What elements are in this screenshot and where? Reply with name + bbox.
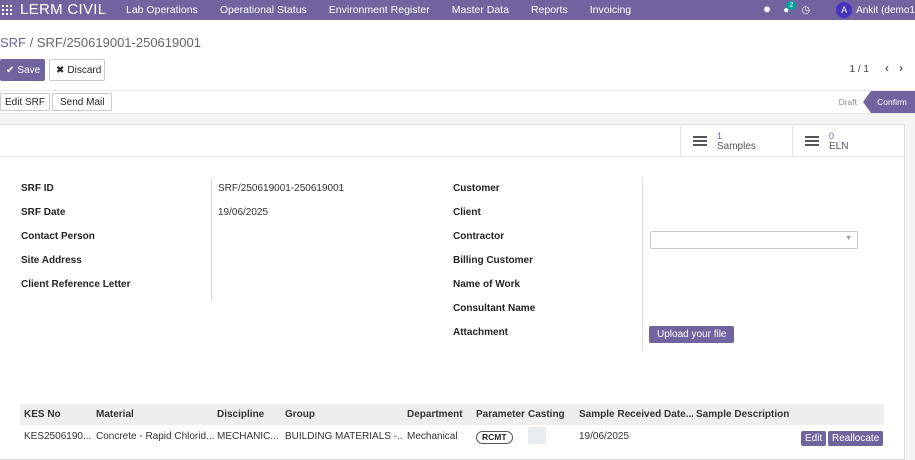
clock-icon[interactable]: ◷ — [801, 5, 810, 16]
menu-invoicing[interactable]: Invoicing — [590, 4, 631, 16]
close-icon: ✖ — [56, 64, 65, 76]
table-header: KES No Material Discipline Group Departm… — [20, 404, 884, 425]
column-header-parameter[interactable]: Parameter — [476, 404, 526, 425]
client-label: Client — [453, 207, 481, 218]
cell-received-date[interactable]: 19/06/2025 — [579, 427, 693, 447]
casting-field[interactable] — [528, 427, 546, 444]
srf-date-value: 19/06/2025 — [218, 207, 269, 218]
check-icon: ✔ — [6, 64, 15, 76]
send-mail-button[interactable]: Send Mail — [52, 93, 113, 111]
cell-material[interactable]: Concrete - Rapid Chlorid... — [96, 427, 214, 447]
site-address-label: Site Address — [21, 255, 82, 266]
name-of-work-label: Name of Work — [453, 279, 521, 290]
smart-button-box: 1 Samples 0 ELN — [0, 125, 904, 157]
cell-discipline[interactable]: MECHANIC... — [217, 427, 281, 447]
list-icon — [805, 136, 819, 146]
main-menu: Lab Operations Operational Status Enviro… — [126, 0, 653, 20]
customer-label: Customer — [453, 183, 500, 194]
reallocate-button[interactable]: Reallocate — [828, 431, 884, 446]
brand-name[interactable]: LERM CIVIL — [20, 1, 106, 18]
list-icon — [693, 136, 707, 146]
srf-id-label: SRF ID — [21, 183, 54, 194]
save-label: Save — [17, 64, 41, 76]
column-divider — [211, 178, 212, 301]
avatar[interactable]: A — [836, 2, 853, 18]
cell-kes-no[interactable]: KES2506190... — [24, 427, 92, 447]
menu-environment-register[interactable]: Environment Register — [329, 4, 430, 16]
save-button[interactable]: ✔ Save — [0, 59, 45, 81]
form-sheet: 1 Samples 0 ELN SRF ID SRF/250619001-250… — [0, 124, 905, 460]
cell-department[interactable]: Mechanical — [407, 427, 473, 447]
column-header-casting[interactable]: Casting — [528, 404, 576, 425]
column-header-department[interactable]: Department — [407, 404, 473, 425]
column-divider — [642, 178, 643, 351]
column-header-material[interactable]: Material — [96, 404, 214, 425]
apps-grid-icon[interactable] — [2, 5, 12, 15]
column-header-discipline[interactable]: Discipline — [217, 404, 281, 425]
discard-button[interactable]: ✖ Discard — [49, 59, 105, 81]
attachment-label: Attachment — [453, 327, 509, 338]
chevron-right-icon[interactable]: › — [899, 61, 913, 75]
breadcrumb-root[interactable]: SRF — [0, 35, 26, 50]
samples-label: Samples — [717, 140, 756, 152]
billing-customer-label: Billing Customer — [453, 255, 534, 266]
chat-icon[interactable]: ● 2 — [783, 0, 797, 16]
contractor-label: Contractor — [453, 231, 505, 242]
top-navbar: LERM CIVIL Lab Operations Operational St… — [0, 0, 915, 20]
menu-master-data[interactable]: Master Data — [452, 4, 509, 16]
pager-value[interactable]: 1 / 1 — [850, 64, 869, 75]
contractor-select[interactable]: ▼ — [650, 231, 858, 249]
eln-label: ELN — [829, 140, 849, 152]
bug-icon[interactable]: ✹ — [763, 5, 771, 16]
stage-confirm[interactable]: Confirm — [863, 91, 915, 113]
srf-date-label: SRF Date — [21, 207, 66, 218]
column-header-description[interactable]: Sample Description — [696, 404, 796, 425]
contact-person-label: Contact Person — [21, 231, 95, 242]
discard-label: Discard — [67, 64, 102, 76]
user-name[interactable]: Ankit (demo1 — [856, 5, 915, 16]
breadcrumb-current: SRF/250619001-250619001 — [36, 35, 201, 50]
chat-badge: 2 — [786, 0, 797, 10]
breadcrumb-separator: / — [26, 35, 37, 50]
pager-arrows: ‹› — [885, 61, 913, 75]
menu-operational-status[interactable]: Operational Status — [220, 4, 307, 16]
column-header-received-date[interactable]: Sample Received Date... — [579, 404, 693, 425]
consultant-name-label: Consultant Name — [453, 303, 536, 314]
edit-srf-button[interactable]: Edit SRF — [0, 93, 51, 111]
column-header-group[interactable]: Group — [285, 404, 403, 425]
systray: ✹ ● 2 ◷ A Ankit (demo1 — [763, 0, 915, 20]
upload-file-button[interactable]: Upload your file — [649, 326, 735, 343]
form-statusbar: Edit SRF Send Mail Draft Confirm — [0, 90, 915, 114]
client-reference-letter-label: Client Reference Letter — [21, 279, 131, 290]
eln-smart-button[interactable]: 0 ELN — [792, 125, 904, 157]
edit-row-button[interactable]: Edit — [801, 431, 827, 446]
control-panel: SRF / SRF/250619001-250619001 ✔ Save ✖ Dis… — [0, 20, 915, 90]
cell-group[interactable]: BUILDING MATERIALS -... — [285, 427, 403, 447]
breadcrumb: SRF / SRF/250619001-250619001 — [0, 35, 201, 50]
samples-smart-button[interactable]: 1 Samples — [680, 125, 792, 157]
chevron-left-icon[interactable]: ‹ — [885, 61, 899, 75]
parameter-tag[interactable]: RCMT — [476, 431, 513, 444]
eln-count: 0 — [829, 130, 835, 141]
stage-draft[interactable]: Draft — [839, 91, 857, 113]
column-header-kes-no[interactable]: KES No — [24, 404, 92, 425]
samples-count: 1 — [717, 130, 723, 141]
srf-id-value: SRF/250619001-250619001 — [218, 183, 345, 194]
menu-reports[interactable]: Reports — [531, 4, 568, 16]
menu-lab-operations[interactable]: Lab Operations — [126, 4, 198, 16]
chevron-down-icon: ▼ — [845, 235, 852, 242]
